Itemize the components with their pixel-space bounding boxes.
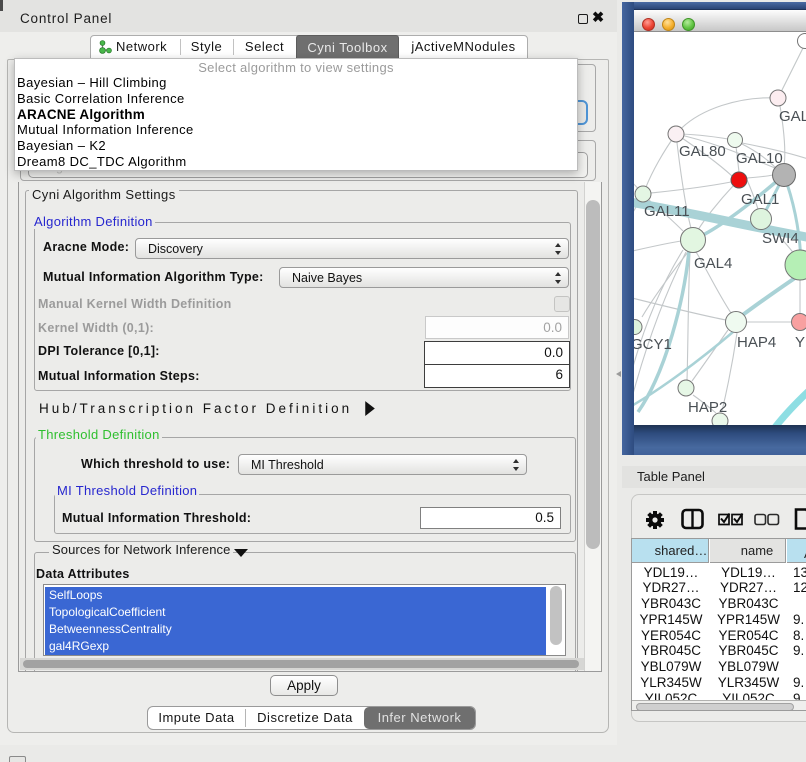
svg-text:GAL10: GAL10 [736,150,783,167]
svg-text:HAP4: HAP4 [737,334,776,351]
svg-text:GAL11: GAL11 [644,203,690,220]
svg-text:GCY1: GCY1 [634,336,672,353]
svg-text:GAL4: GAL4 [694,255,732,272]
svg-text:GAL2: GAL2 [779,108,806,125]
svg-text:GAL1: GAL1 [741,191,779,208]
svg-text:GAL80: GAL80 [679,143,726,160]
svg-text:SWI4: SWI4 [762,230,799,247]
svg-text:YH: YH [795,334,806,351]
svg-text:HAP2: HAP2 [688,399,727,416]
